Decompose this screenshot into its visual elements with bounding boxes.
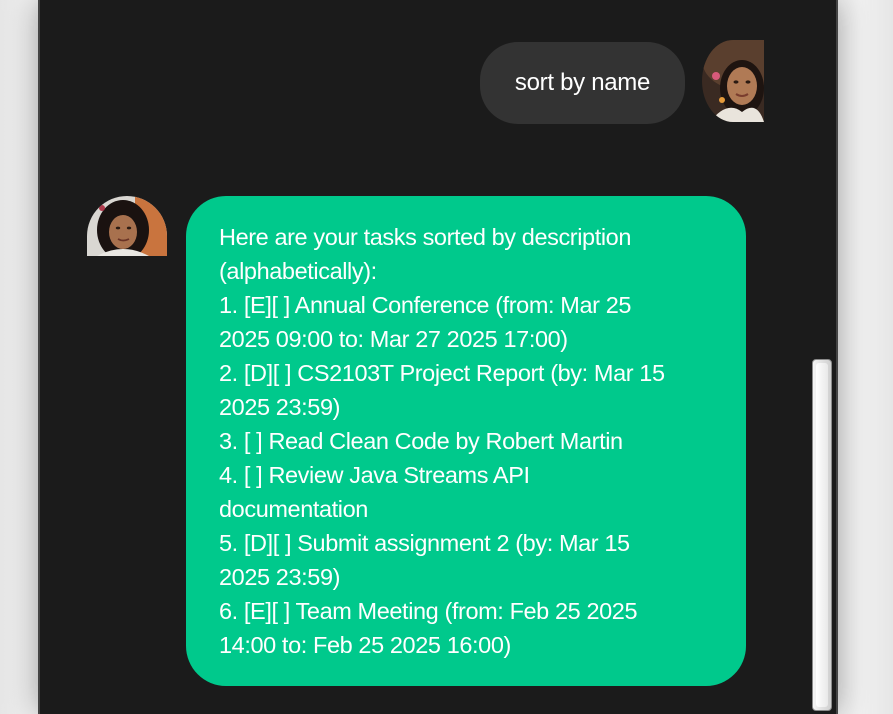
bot-message-line: Here are your tasks sorted by descriptio… — [219, 224, 632, 250]
user-message-text: sort by name — [514, 69, 651, 96]
bot-message-line: 5. [D][ ] Submit assignment 2 (by: Mar 1… — [219, 530, 630, 556]
bot-message-line: (alphabetically): — [219, 258, 377, 284]
bot-message-line: 3. [ ] Read Clean Code by Robert Martin — [219, 428, 623, 454]
bot-message-line: 2025 23:59) — [219, 394, 341, 420]
scrollbar-thumb[interactable] — [812, 359, 832, 711]
bot-message-line: 2. [D][ ] CS2103T Project Report (by: Ma… — [219, 360, 665, 386]
bot-avatar-icon — [87, 196, 167, 256]
bot-message-line: 1. [E][ ] Annual Conference (from: Mar 2… — [219, 292, 632, 318]
user-avatar-icon — [702, 40, 764, 122]
bot-message-line: 14:00 to: Feb 25 2025 16:00) — [219, 632, 511, 658]
bot-message-line: documentation — [219, 496, 368, 522]
user-message-bubble: sort by name — [480, 42, 685, 124]
bot-message-line: 4. [ ] Review Java Streams API — [219, 462, 530, 488]
chat-window: sort by name Here are your tasks sorted … — [38, 0, 838, 714]
bot-avatar — [87, 196, 167, 256]
user-avatar — [702, 40, 764, 122]
bot-message-line: 2025 23:59) — [219, 564, 341, 590]
bot-message-line: 2025 09:00 to: Mar 27 2025 17:00) — [219, 326, 568, 352]
bot-message-line: 6. [E][ ] Team Meeting (from: Feb 25 202… — [219, 598, 638, 624]
bot-message-bubble: Here are your tasks sorted by descriptio… — [186, 196, 746, 686]
